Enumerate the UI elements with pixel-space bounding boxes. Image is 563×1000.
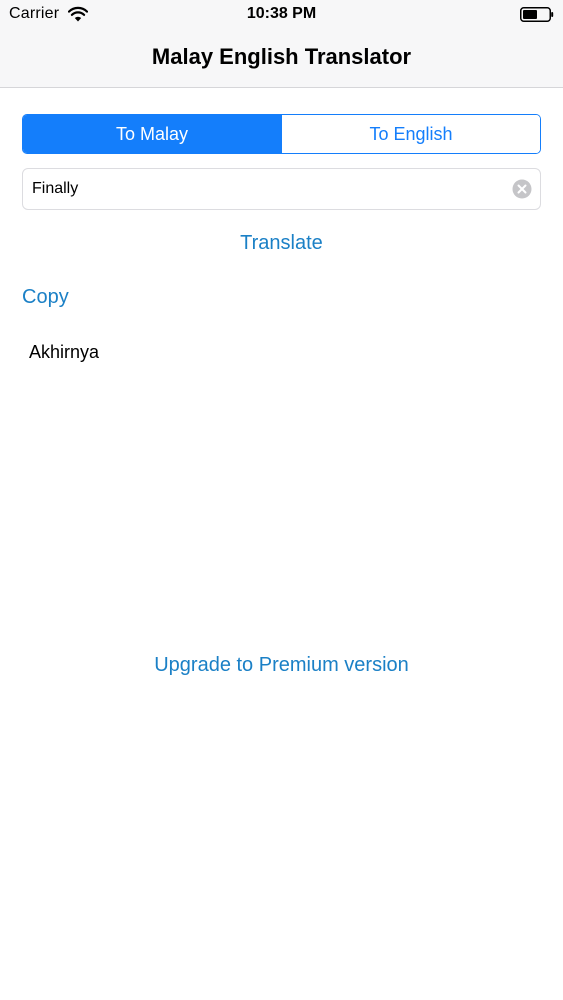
segment-to-english[interactable]: To English: [281, 115, 540, 153]
battery-icon: [520, 7, 554, 22]
segment-to-malay[interactable]: To Malay: [23, 115, 281, 153]
translate-button[interactable]: Translate: [0, 232, 563, 255]
navigation-bar: Malay English Translator: [0, 30, 563, 88]
upgrade-premium-button[interactable]: Upgrade to Premium version: [0, 654, 563, 677]
status-bar: Carrier 10:38 PM: [0, 0, 563, 30]
language-segmented-control: To Malay To English: [22, 114, 541, 154]
clear-icon[interactable]: [512, 179, 532, 199]
copy-button[interactable]: Copy: [22, 286, 69, 309]
source-text-input[interactable]: [32, 169, 502, 209]
page-title: Malay English Translator: [151, 44, 412, 69]
text-input-field: [22, 168, 541, 210]
translation-result: Akhirnya: [29, 342, 100, 362]
status-time: 10:38 PM: [246, 5, 317, 22]
